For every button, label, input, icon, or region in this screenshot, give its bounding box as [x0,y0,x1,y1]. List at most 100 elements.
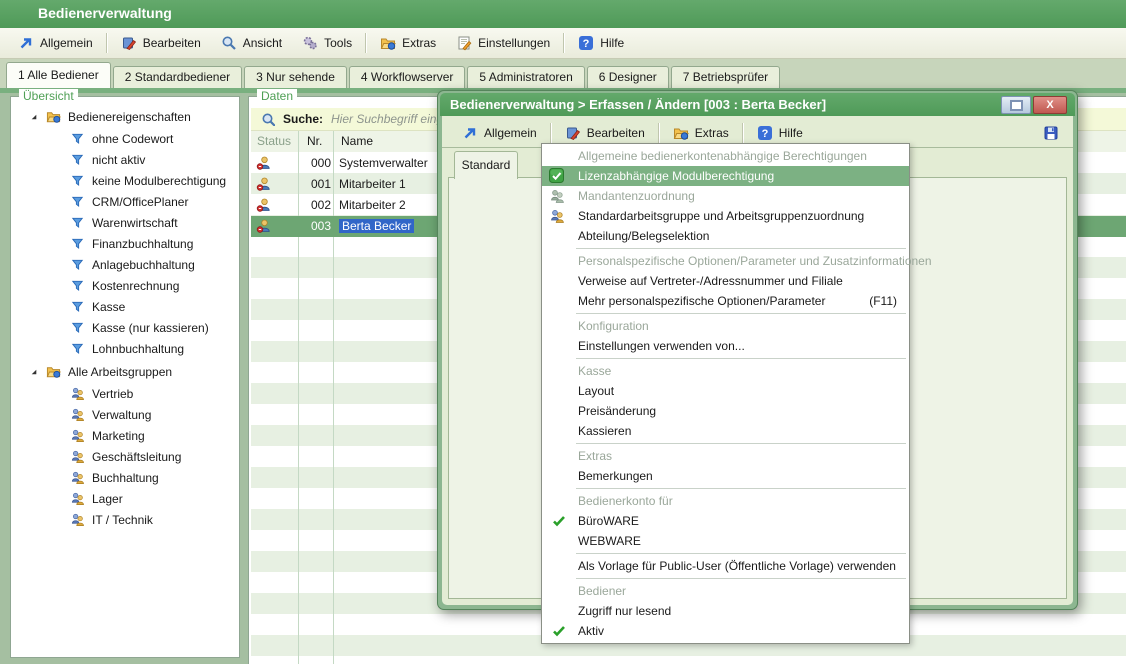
tree-item-lohnbuchhaltung[interactable]: Lohnbuchhaltung [69,338,184,359]
filter-icon [69,257,86,272]
column-nr[interactable]: Nr. [307,134,322,148]
tree-item-warenwirtschaft[interactable]: Warenwirtschaft [69,212,178,233]
settings-page-icon [456,35,472,51]
tree-item-kasse[interactable]: Kasse [69,296,125,317]
menu-item-mehr-personalspezifische[interactable]: Mehr personalspezifische Optionen/Parame… [542,291,909,311]
main-titlebar: Bedienerverwaltung [0,0,1126,28]
menu-item-verweise-vertreter[interactable]: Verweise auf Vertreter-/Adressnummer und… [542,271,909,291]
menu-item-standardarbeitsgruppe[interactable]: Standardarbeitsgruppe und Arbeitsgruppen… [542,206,909,226]
menu-item-aktiv[interactable]: Aktiv [542,621,909,641]
tree-node-alle-arbeitsgruppen[interactable]: Alle Arbeitsgruppen [29,361,172,382]
menu-item-zugriff-nur-lesend[interactable]: Zugriff nur lesend [542,601,909,621]
overview-panel: Übersicht Bedienereigenschaften ohne Cod… [10,96,240,658]
menu-tools[interactable]: Tools [292,32,362,54]
user-status-icon [256,197,272,213]
user-group-icon [69,407,86,422]
filter-icon [69,299,86,314]
tree-item-finanzbuchhaltung[interactable]: Finanzbuchhaltung [69,233,193,254]
menu-item-webware[interactable]: WEBWARE [542,531,909,551]
user-group-icon [549,208,565,224]
restore-button[interactable] [1001,96,1031,114]
main-menubar: Allgemein Bearbeiten Ansicht Tools Extra… [0,28,1126,59]
tree-item-vertrieb[interactable]: Vertrieb [69,383,133,404]
tree-item-verwaltung[interactable]: Verwaltung [69,404,151,425]
magnifier-icon [221,35,237,51]
user-status-icon [256,176,272,192]
menu-section-header: Bediener [542,581,909,601]
menu-ansicht[interactable]: Ansicht [211,32,292,54]
gears-icon [302,35,318,51]
expander-icon[interactable] [29,367,39,377]
menu-einstellungen[interactable]: Einstellungen [446,32,560,54]
dialog-menu-hilfe[interactable]: Hilfe [747,122,813,144]
filter-icon [69,194,86,209]
tab-administratoren[interactable]: 5 Administratoren [467,66,584,88]
tab-workflowserver[interactable]: 4 Workflowserver [349,66,465,88]
menu-hilfe[interactable]: Hilfe [568,32,634,54]
menu-shortcut: (F11) [869,291,897,311]
filter-icon [69,278,86,293]
filter-icon [69,215,86,230]
menu-allgemein[interactable]: Allgemein [8,32,103,54]
arrow-up-right-icon [18,35,34,51]
tree-item-lager[interactable]: Lager [69,488,123,509]
open-folder-icon [45,109,62,124]
user-status-icon [256,218,272,234]
tab-standardbediener[interactable]: 2 Standardbediener [113,66,242,88]
tree-item-crm-officeplaner[interactable]: CRM/OfficePlaner [69,191,188,212]
dialog-menu-bearbeiten[interactable]: Bearbeiten [555,122,655,144]
menu-bearbeiten[interactable]: Bearbeiten [111,32,211,54]
close-button[interactable]: X [1033,96,1067,114]
tree-item-nicht-aktiv[interactable]: nicht aktiv [69,149,145,170]
tree-item-buchhaltung[interactable]: Buchhaltung [69,467,159,488]
tab-betriebspruefer[interactable]: 7 Betriebsprüfer [671,66,780,88]
menu-item-abteilung-belegselektion[interactable]: Abteilung/Belegselektion [542,226,909,246]
checkmark-icon [551,513,567,529]
tab-nur-sehende[interactable]: 3 Nur sehende [244,66,347,88]
tree-item-kostenrechnung[interactable]: Kostenrechnung [69,275,179,296]
menu-item-mandantenzuordnung: Mandantenzuordnung [542,186,909,206]
save-floppy-icon[interactable] [1043,125,1059,141]
user-group-icon [69,512,86,527]
menu-item-preisaenderung[interactable]: Preisänderung [542,401,909,421]
column-status[interactable]: Status [257,134,291,148]
folder-extras-icon [380,35,396,51]
tree-item-it-technik[interactable]: IT / Technik [69,509,153,530]
tree-item-ohne-codewort[interactable]: ohne Codewort [69,128,173,149]
menu-item-einstellungen-verwenden-von[interactable]: Einstellungen verwenden von... [542,336,909,356]
dialog-menu-allgemein[interactable]: Allgemein [452,122,547,144]
menubar-separator [106,33,108,53]
tab-designer[interactable]: 6 Designer [587,66,669,88]
tab-alle-bediener[interactable]: 1 Alle Bediener [6,62,111,88]
menu-item-layout[interactable]: Layout [542,381,909,401]
menu-item-lizenzabhaengige-modulberechtigung[interactable]: Lizenzabhängige Modulberechtigung [542,166,909,186]
menu-item-als-vorlage-public-user[interactable]: Als Vorlage für Public-User (Öffentliche… [542,556,909,576]
dialog-title: Bedienerverwaltung > Erfassen / Ändern [… [450,97,826,112]
user-group-icon [69,386,86,401]
expander-icon[interactable] [29,112,39,122]
menu-item-bemerkungen[interactable]: Bemerkungen [542,466,909,486]
edit-tool-icon [121,35,137,51]
search-icon [261,112,275,126]
column-name[interactable]: Name [341,134,373,148]
menu-item-bueroware[interactable]: BüroWARE [542,511,909,531]
folder-extras-icon [673,125,689,141]
search-label: Suche: [283,112,323,126]
tree-item-kasse-nur-kassieren[interactable]: Kasse (nur kassieren) [69,317,209,338]
filter-icon [69,341,86,356]
tree-item-marketing[interactable]: Marketing [69,425,145,446]
menu-extras[interactable]: Extras [370,32,446,54]
checkmark-icon [551,623,567,639]
dialog-menu-extras[interactable]: Extras [663,122,739,144]
tab-standard[interactable]: Standard [454,151,518,179]
arrow-up-right-icon [462,125,478,141]
tree-node-bedienereigenschaften[interactable]: Bedienereigenschaften [29,106,191,127]
filter-icon [69,152,86,167]
tree-item-keine-modulberechtigung[interactable]: keine Modulberechtigung [69,170,226,191]
filter-icon [69,320,86,335]
filter-icon [69,236,86,251]
tree-item-anlagebuchhaltung[interactable]: Anlagebuchhaltung [69,254,195,275]
menu-item-kassieren[interactable]: Kassieren [542,421,909,441]
user-group-icon [69,491,86,506]
tree-item-geschaeftsleitung[interactable]: Geschäftsleitung [69,446,181,467]
